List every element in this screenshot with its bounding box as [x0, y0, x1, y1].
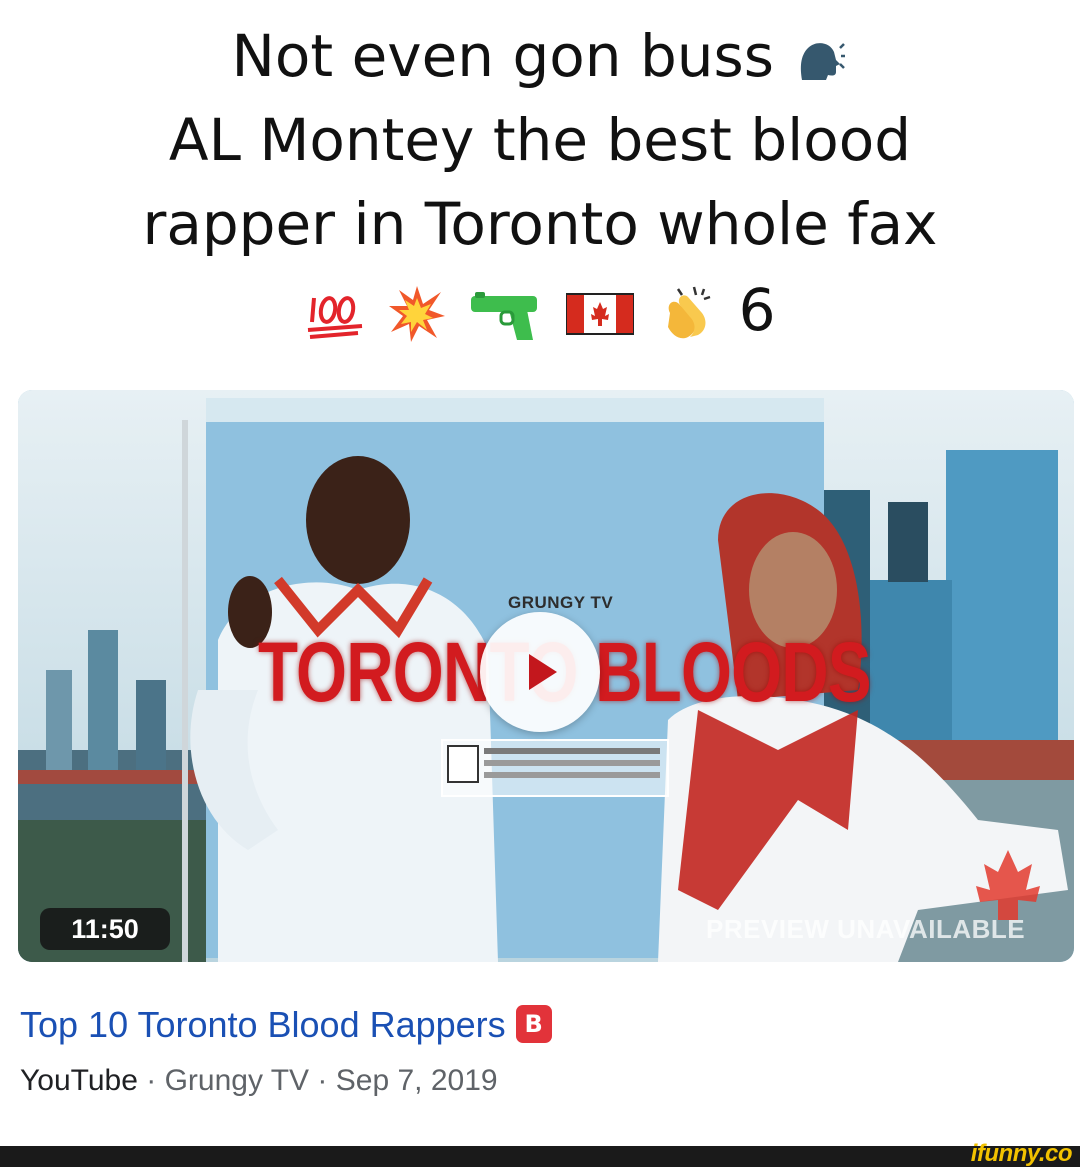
caption-trailing-text: 6 — [738, 276, 776, 344]
caption-emoji-row: 6 — [0, 268, 1080, 352]
meme-caption: Not even gon buss AL Montey the best blo… — [0, 14, 1080, 352]
play-button[interactable] — [480, 612, 600, 732]
meta-date: Sep 7, 2019 — [335, 1064, 498, 1097]
video-title-text: Top 10 Toronto Blood Rappers — [20, 1004, 506, 1045]
video-meta: YouTube · Grungy TV · Sep 7, 2019 — [20, 1064, 498, 1098]
ifunny-logo: ifunny.co — [970, 1140, 1073, 1167]
caption-line-3: rapper in Toronto whole fax — [142, 190, 938, 258]
canada-flag-icon — [565, 292, 634, 335]
caption-line-2: AL Montey the best blood — [168, 106, 912, 174]
b-button-icon: B — [515, 1005, 552, 1044]
meta-separator: · — [309, 1064, 336, 1097]
play-icon — [529, 654, 557, 690]
footer-bar: ifunny.co — [0, 1140, 1080, 1167]
video-duration-badge: 11:50 — [40, 908, 170, 950]
water-pistol-icon — [471, 291, 538, 340]
caption-line-1: Not even gon buss — [0, 14, 1080, 98]
meta-source: YouTube — [20, 1064, 138, 1097]
video-title-link[interactable]: Top 10 Toronto Blood Rappers B — [20, 1004, 552, 1046]
preview-unavailable-label: PREVIEW UNAVAILABLE — [706, 914, 1026, 944]
meta-separator: · — [137, 1064, 165, 1097]
overlay-channel-text: GRUNGY TV — [508, 593, 614, 612]
caption-line-1-text: Not even gon buss — [231, 22, 774, 90]
clapping-hands-icon — [668, 286, 711, 339]
collision-icon — [388, 285, 445, 342]
meta-channel: Grungy TV — [164, 1064, 310, 1097]
speaking-head-icon — [801, 42, 846, 80]
hundred-points-icon — [308, 296, 363, 339]
